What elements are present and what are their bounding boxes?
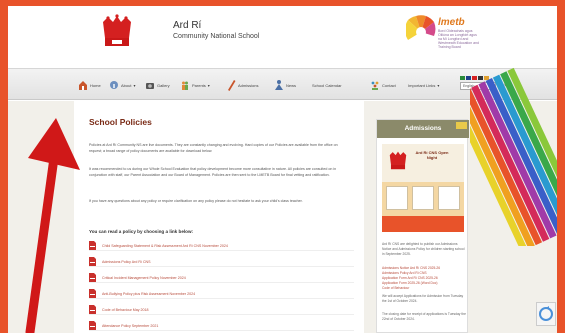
red-arrow-annotation bbox=[25, 118, 80, 333]
people-icon bbox=[182, 81, 188, 90]
policy-link[interactable]: Admissions Policy Ard Rí CNS bbox=[89, 257, 354, 267]
nav-label: Parents bbox=[192, 82, 206, 88]
person-icon bbox=[275, 80, 283, 90]
nav-label: About bbox=[121, 82, 132, 88]
nav-gallery[interactable]: Gallery bbox=[145, 78, 170, 92]
policy-label: Anti-Bullying Policy plus Risk Assessmen… bbox=[102, 291, 196, 296]
school-name: Ard Rí bbox=[173, 20, 202, 31]
nav-contact[interactable]: Contact bbox=[370, 78, 396, 92]
house-icon bbox=[79, 81, 87, 90]
school-crest-icon[interactable] bbox=[100, 14, 134, 50]
school-crest-icon bbox=[389, 151, 407, 170]
nav-parents[interactable]: Parents ▾ bbox=[180, 78, 210, 92]
camera-icon bbox=[146, 83, 154, 89]
nav-label: Admissions bbox=[238, 82, 259, 88]
policy-label: Admissions Policy Ard Rí CNS bbox=[102, 259, 151, 264]
etb-name[interactable]: lmetb bbox=[438, 17, 465, 28]
policy-link[interactable]: Critical Incident Management Policy Nove… bbox=[89, 273, 354, 283]
policy-link[interactable]: Anti-Bullying Policy plus Risk Assessmen… bbox=[89, 289, 354, 299]
nav-admissions[interactable]: Admissions bbox=[226, 78, 258, 92]
nav-label: Home bbox=[90, 82, 101, 88]
poster-photo bbox=[386, 186, 408, 210]
nav-about[interactable]: About ▾ bbox=[109, 78, 135, 92]
nav-label: Gallery bbox=[157, 82, 170, 88]
questions-paragraph: If you have any questions about any poli… bbox=[89, 199, 303, 203]
group-icon bbox=[371, 81, 379, 90]
page-title: School Policies bbox=[89, 117, 152, 127]
policy-link[interactable]: Code of Behaviour May 2018 bbox=[89, 305, 354, 315]
policy-link[interactable]: Attendance Policy September 2021 bbox=[89, 321, 354, 331]
policy-label: Attendance Policy September 2021 bbox=[102, 323, 159, 328]
poster-title: Ard Rí CNS Open Night bbox=[415, 150, 449, 160]
nav-label: School Calendar bbox=[312, 82, 342, 88]
nav-label: Contact bbox=[382, 82, 396, 88]
nav-news[interactable]: News bbox=[274, 78, 296, 92]
policy-list-lead: You can read a policy by choosing a link… bbox=[89, 229, 194, 234]
chevron-down-icon: ▾ bbox=[437, 82, 440, 88]
sidebar-intro: Ard Rí CNS are delighted to publish our … bbox=[382, 242, 465, 257]
consultation-paragraph: It was recommended to us during our Whol… bbox=[89, 167, 337, 177]
recaptcha-badge[interactable] bbox=[536, 302, 556, 326]
etb-swirl-icon[interactable] bbox=[406, 14, 436, 50]
poster-photo bbox=[412, 186, 434, 210]
nav-home[interactable]: Home bbox=[78, 78, 101, 92]
sidebar-link[interactable]: Code of Behaviour bbox=[382, 286, 466, 291]
nav-label: News bbox=[286, 82, 297, 88]
info-icon bbox=[110, 81, 118, 89]
open-night-poster[interactable]: Ard Rí CNS Open Night bbox=[382, 144, 464, 232]
nav-important-links[interactable]: Important Links ▾ bbox=[408, 78, 439, 92]
chevron-down-icon: ▾ bbox=[207, 82, 210, 88]
chevron-down-icon: ▾ bbox=[133, 82, 136, 88]
admissions-sidebar: Admissions Ard Rí CNS Open Night Ard Rí … bbox=[376, 119, 469, 333]
policy-label: Critical Incident Management Policy Nove… bbox=[102, 275, 186, 280]
pencil-icon bbox=[228, 80, 236, 91]
policy-link[interactable]: Child Safeguarding Statement & Risk Asse… bbox=[89, 241, 354, 251]
sidebar-deadline: The closing date for receipt of applicat… bbox=[382, 312, 466, 322]
colored-pencils-image bbox=[470, 67, 557, 246]
ribbon-icon bbox=[456, 122, 467, 129]
site-header: Ard Rí Community National School lmetb B… bbox=[8, 6, 557, 60]
sidebar-notice: We will accept Applications for Admissio… bbox=[382, 294, 464, 304]
poster-header: Ard Rí CNS Open Night bbox=[382, 144, 464, 182]
policies-content: School Policies Policies at Ard Rí Commu… bbox=[74, 101, 364, 333]
policy-label: Code of Behaviour May 2018 bbox=[102, 307, 149, 312]
poster-photo bbox=[438, 186, 460, 210]
recaptcha-icon bbox=[539, 306, 553, 321]
intro-paragraph: Policies at Ard Rí Community NS are live… bbox=[89, 143, 338, 153]
etb-tagline: Bord Oideachais agus Oiliúna an Longfoir… bbox=[438, 29, 479, 49]
school-subtitle: Community National School bbox=[173, 33, 260, 40]
nav-label: Important Links bbox=[408, 82, 436, 88]
nav-school-calendar[interactable]: School Calendar bbox=[312, 78, 342, 92]
policy-label: Child Safeguarding Statement & Risk Asse… bbox=[102, 243, 228, 248]
